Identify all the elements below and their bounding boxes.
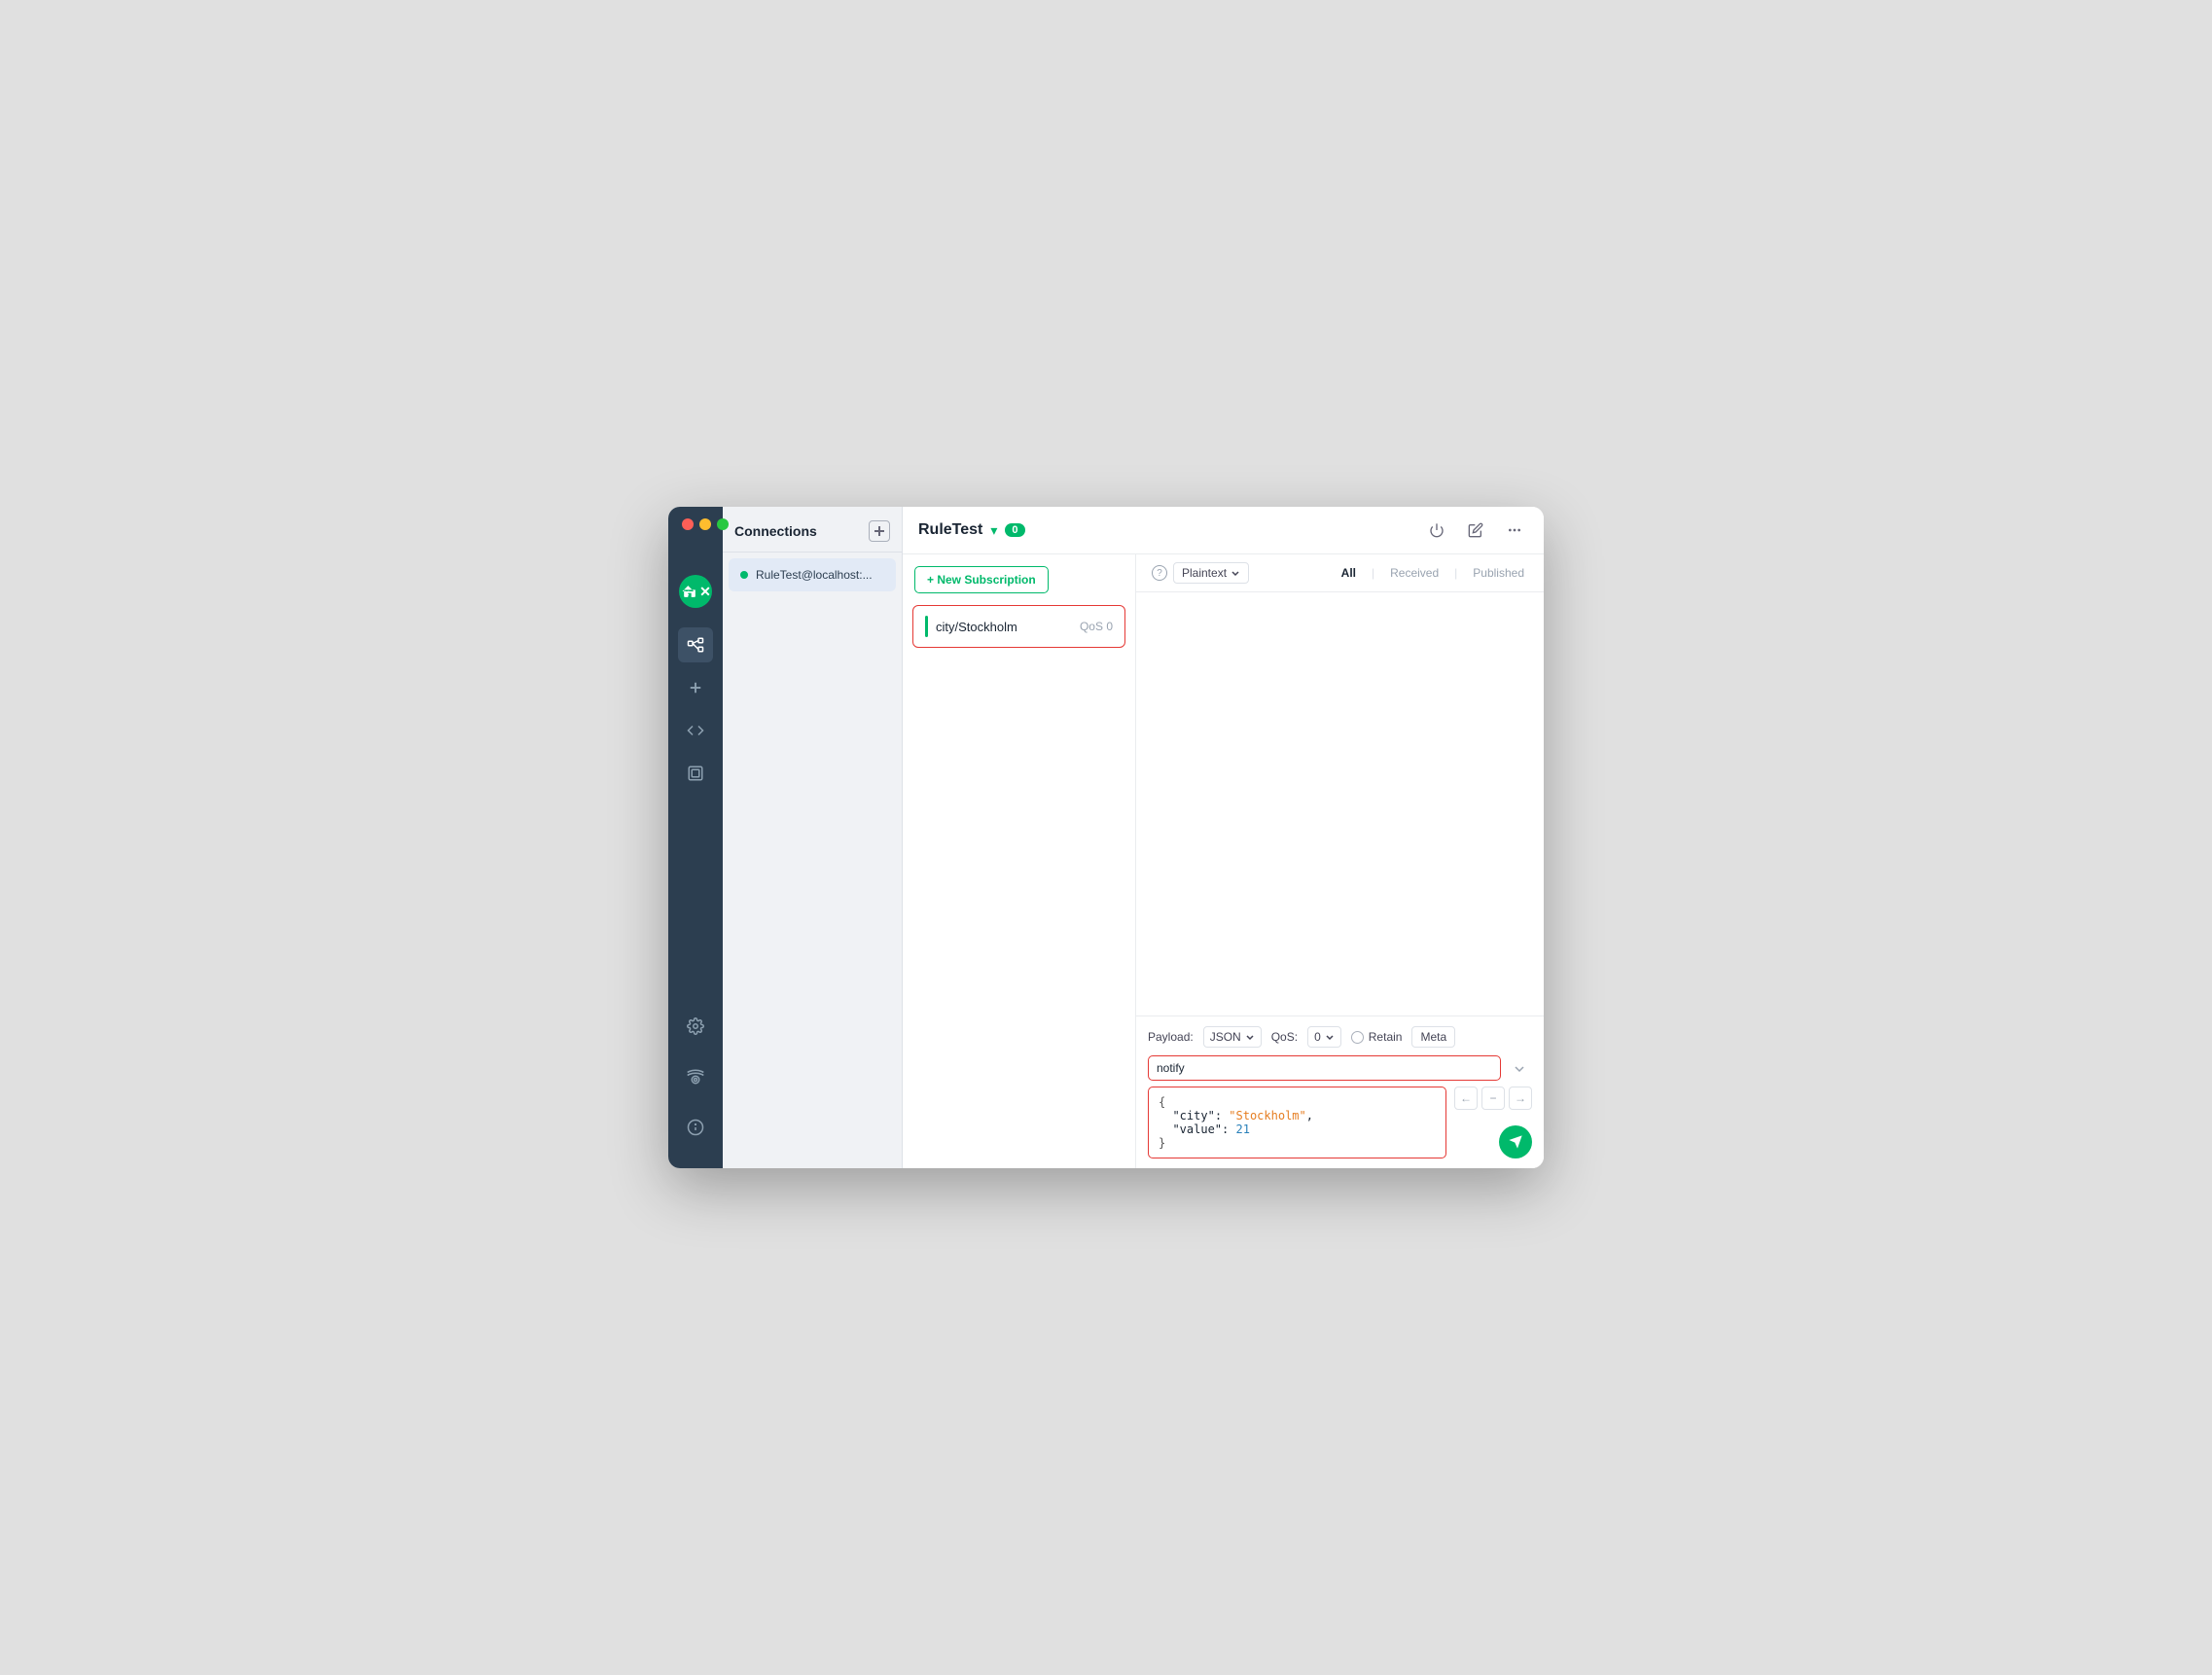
main-content: RuleTest ▾ 0	[903, 507, 1544, 1168]
payload-line: "value": 21	[1159, 1123, 1436, 1136]
new-subscription-button[interactable]: + New Subscription	[914, 566, 1049, 593]
body-split: + New Subscription city/Stockholm QoS 0 …	[903, 554, 1544, 1168]
add-connection-button[interactable]	[869, 520, 890, 542]
topbar: RuleTest ▾ 0	[903, 507, 1544, 554]
payload-clear-button[interactable]: −	[1481, 1087, 1505, 1110]
sidebar-item-add[interactable]	[678, 670, 713, 705]
subscription-indicator	[925, 616, 928, 637]
send-button[interactable]	[1499, 1125, 1532, 1158]
connection-status-dot	[740, 571, 748, 579]
subscription-qos: QoS 0	[1080, 620, 1113, 633]
sidebar-item-settings[interactable]	[678, 1009, 713, 1044]
sidebar-item-scripts[interactable]	[678, 713, 713, 748]
payload-label: Payload:	[1148, 1030, 1194, 1044]
svg-text:✕: ✕	[683, 588, 690, 598]
connection-title: RuleTest	[918, 521, 982, 539]
payload-line: "city": "Stockholm",	[1159, 1109, 1436, 1123]
filter-tab-published[interactable]: Published	[1469, 564, 1528, 582]
meta-button[interactable]: Meta	[1411, 1026, 1455, 1048]
payload-collapse-button[interactable]	[1507, 1055, 1532, 1081]
connections-panel: Connections RuleTest@localhost:...	[723, 507, 903, 1168]
subscriptions-panel: + New Subscription city/Stockholm QoS 0	[903, 554, 1136, 1168]
payload-line: {	[1159, 1095, 1436, 1109]
traffic-lights	[682, 518, 729, 530]
messages-topbar: ? Plaintext All | Received | Pu	[1136, 554, 1544, 592]
payload-actions: ← − →	[1454, 1087, 1532, 1158]
sidebar-item-about[interactable]	[678, 1110, 713, 1145]
power-button[interactable]	[1423, 517, 1450, 544]
connection-item[interactable]: RuleTest@localhost:...	[729, 558, 896, 591]
format-selector[interactable]: Plaintext	[1173, 562, 1249, 584]
payload-prev-button[interactable]: ←	[1454, 1087, 1478, 1110]
app-logo: ✕ ✕	[679, 575, 712, 608]
payload-format-value: JSON	[1210, 1030, 1241, 1044]
connection-name: RuleTest@localhost:...	[756, 568, 873, 582]
filter-tab-all[interactable]: All	[1338, 564, 1360, 582]
payload-format-select[interactable]: JSON	[1203, 1026, 1262, 1048]
message-count-badge: 0	[1005, 523, 1024, 537]
sidebar-item-connections[interactable]	[678, 627, 713, 662]
edit-button[interactable]	[1462, 517, 1489, 544]
messages-list	[1136, 592, 1544, 1016]
format-label: Plaintext	[1182, 566, 1227, 580]
filter-tab-received[interactable]: Received	[1386, 564, 1443, 582]
more-button[interactable]	[1501, 517, 1528, 544]
retain-toggle[interactable]: Retain	[1351, 1030, 1403, 1044]
close-button[interactable]	[682, 518, 694, 530]
help-icon[interactable]: ?	[1152, 565, 1167, 581]
qos-select[interactable]: 0	[1307, 1026, 1341, 1048]
minimize-button[interactable]	[699, 518, 711, 530]
sidebar-item-benchmark[interactable]	[678, 756, 713, 791]
topic-input[interactable]: notify	[1148, 1055, 1501, 1081]
subscription-item[interactable]: city/Stockholm QoS 0	[912, 605, 1125, 648]
connections-title: Connections	[734, 523, 817, 539]
sidebar-item-log[interactable]	[678, 1059, 713, 1094]
retain-radio	[1351, 1031, 1364, 1044]
message-filter-tabs: All | Received | Published	[1338, 564, 1528, 582]
maximize-button[interactable]	[717, 518, 729, 530]
messages-panel: ? Plaintext All | Received | Pu	[1136, 554, 1544, 1168]
sidebar: ✕ ✕	[668, 507, 723, 1168]
chevron-down-icon[interactable]: ▾	[990, 522, 997, 539]
publish-area: Payload: JSON QoS: 0	[1136, 1016, 1544, 1168]
payload-nav-buttons: ← − →	[1454, 1087, 1532, 1110]
payload-next-button[interactable]: →	[1509, 1087, 1532, 1110]
subscription-topic: city/Stockholm	[936, 620, 1017, 634]
payload-editor[interactable]: { "city": "Stockholm", "value": 21 }	[1148, 1087, 1446, 1158]
qos-label: QoS:	[1271, 1030, 1298, 1044]
retain-label: Retain	[1369, 1030, 1403, 1044]
topic-value: notify	[1157, 1061, 1185, 1075]
payload-line: }	[1159, 1136, 1436, 1150]
qos-value: 0	[1314, 1030, 1321, 1044]
